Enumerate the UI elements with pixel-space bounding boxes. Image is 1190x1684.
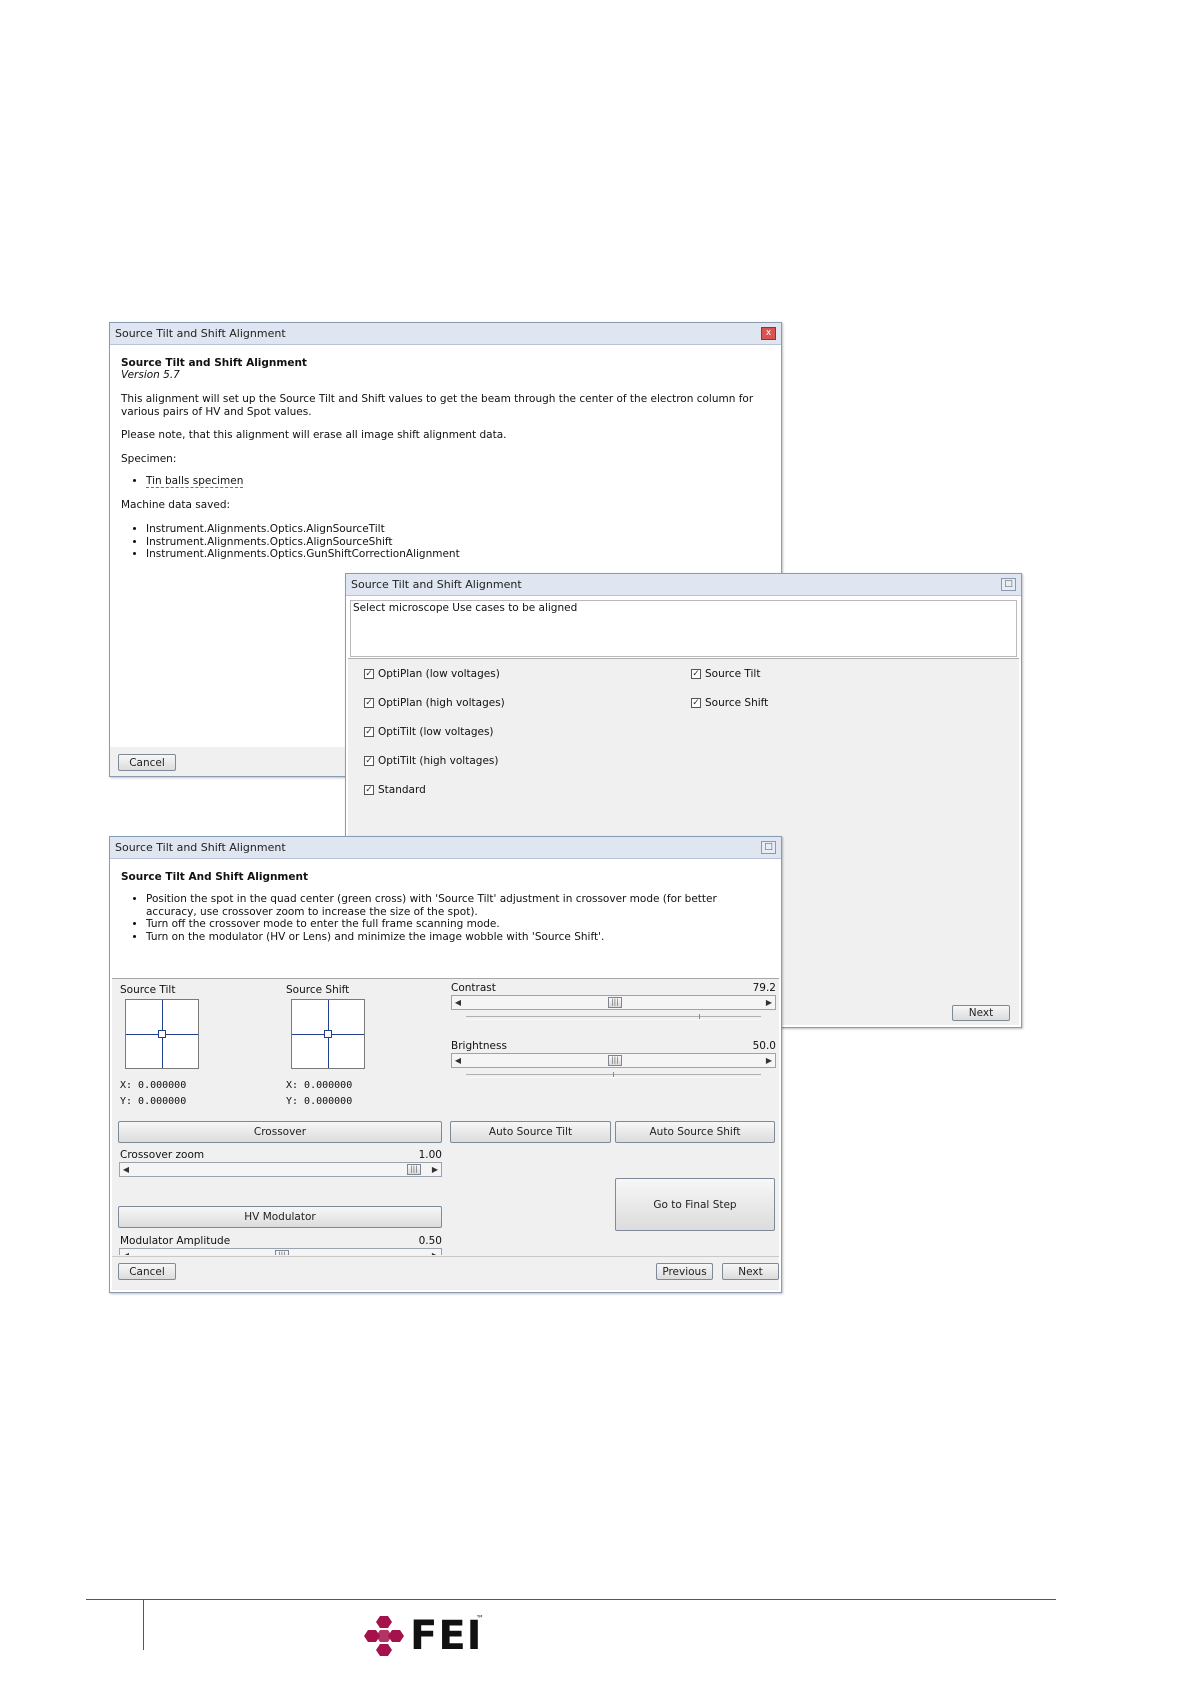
source-shift-y: Y: 0.000000 <box>286 1096 353 1107</box>
arrow-left-icon[interactable]: ◀ <box>120 1163 132 1176</box>
footer-rule <box>86 1599 1056 1600</box>
source-shift-label: Source Shift <box>286 984 350 996</box>
list-item: Instrument.Alignments.Optics.AlignSource… <box>146 523 460 536</box>
source-tilt-x: X: 0.000000 <box>120 1080 187 1091</box>
arrow-left-icon[interactable]: ◀ <box>452 1054 464 1067</box>
cancel-button[interactable]: Cancel <box>118 754 176 771</box>
checkbox-check-icon[interactable]: ✓ <box>364 756 374 766</box>
footer-vertical-rule <box>143 1600 144 1650</box>
arrow-right-icon[interactable]: ▶ <box>429 1249 441 1255</box>
crosshair-icon[interactable] <box>324 1030 332 1038</box>
checkbox-check-icon[interactable]: ✓ <box>364 785 374 795</box>
specimen-list: Tin balls specimen <box>110 475 244 488</box>
brightness-slider[interactable]: ◀ ||| ▶ <box>451 1053 776 1068</box>
alignment-window: Source Tilt and Shift Alignment □ Source… <box>109 836 782 1293</box>
fei-logo-icon <box>364 1616 404 1656</box>
list-item: Turn on the modulator (HV or Lens) and m… <box>146 931 760 944</box>
auto-source-shift-button[interactable]: Auto Source Shift <box>615 1121 775 1143</box>
fei-trademark: ™ <box>476 1614 484 1623</box>
use-cases-window-titlebar[interactable]: Source Tilt and Shift Alignment □ <box>346 574 1021 596</box>
crossover-button[interactable]: Crossover <box>118 1121 442 1143</box>
source-shift-x: X: 0.000000 <box>286 1080 353 1091</box>
brightness-track <box>466 1072 761 1078</box>
contrast-label: Contrast <box>451 982 496 994</box>
crossover-zoom-value: 1.00 <box>418 1149 442 1161</box>
modulator-amplitude-slider[interactable]: ◀ ||| ▶ <box>119 1248 442 1255</box>
intro-description: This alignment will set up the Source Ti… <box>121 393 754 418</box>
alignment-footer-bar <box>112 1256 779 1257</box>
hv-modulator-button[interactable]: HV Modulator <box>118 1206 442 1228</box>
alignment-heading: Source Tilt And Shift Alignment <box>121 871 308 883</box>
alignment-steps: Position the spot in the quad center (gr… <box>110 893 760 943</box>
checkbox-check-icon[interactable]: ✓ <box>691 698 701 708</box>
source-tilt-label: Source Tilt <box>120 984 176 996</box>
checkbox-source-shift[interactable]: ✓ Source Shift <box>691 697 768 709</box>
checkbox-optitilt-high[interactable]: ✓ OptiTilt (high voltages) <box>364 755 498 767</box>
contrast-value: 79.2 <box>752 982 776 994</box>
list-item: Instrument.Alignments.Optics.GunShiftCor… <box>146 548 460 561</box>
alignment-window-title: Source Tilt and Shift Alignment <box>115 841 286 854</box>
modulator-amplitude-label: Modulator Amplitude <box>120 1235 231 1247</box>
list-item: Turn off the crossover mode to enter the… <box>146 918 760 931</box>
close-icon[interactable]: x <box>761 327 776 340</box>
brightness-value: 50.0 <box>752 1040 776 1052</box>
crosshair-icon[interactable] <box>158 1030 166 1038</box>
maximize-icon[interactable]: □ <box>761 841 776 854</box>
use-cases-window-title: Source Tilt and Shift Alignment <box>351 578 522 591</box>
list-item: Position the spot in the quad center (gr… <box>146 893 760 918</box>
arrow-right-icon[interactable]: ▶ <box>763 1054 775 1067</box>
contrast-slider[interactable]: ◀ ||| ▶ <box>451 995 776 1010</box>
slider-thumb[interactable]: ||| <box>608 997 622 1008</box>
checkbox-check-icon[interactable]: ✓ <box>364 727 374 737</box>
source-shift-quad[interactable] <box>291 999 365 1069</box>
machine-data-list: Instrument.Alignments.Optics.AlignSource… <box>110 523 460 561</box>
brightness-label: Brightness <box>451 1040 507 1052</box>
previous-button[interactable]: Previous <box>656 1263 713 1280</box>
intro-heading: Source Tilt and Shift Alignment <box>121 357 307 369</box>
arrow-right-icon[interactable]: ▶ <box>763 996 775 1009</box>
slider-thumb[interactable]: ||| <box>608 1055 622 1066</box>
slider-thumb[interactable]: ||| <box>407 1164 421 1175</box>
checkbox-check-icon[interactable]: ✓ <box>364 698 374 708</box>
instruction-box: Select microscope Use cases to be aligne… <box>350 600 1017 657</box>
fei-logo-text: FEI <box>410 1613 483 1659</box>
intro-window-titlebar[interactable]: Source Tilt and Shift Alignment x <box>110 323 781 345</box>
checkbox-standard[interactable]: ✓ Standard <box>364 784 426 796</box>
checkbox-optiplan-low[interactable]: ✓ OptiPlan (low voltages) <box>364 668 500 680</box>
slider-thumb[interactable]: ||| <box>275 1250 289 1255</box>
arrow-left-icon[interactable]: ◀ <box>452 996 464 1009</box>
checkbox-optitilt-low[interactable]: ✓ OptiTilt (low voltages) <box>364 726 494 738</box>
crossover-zoom-slider[interactable]: ◀ ||| ▶ <box>119 1162 442 1177</box>
instruction-text: Select microscope Use cases to be aligne… <box>353 602 578 614</box>
checkbox-check-icon[interactable]: ✓ <box>691 669 701 679</box>
auto-source-tilt-button[interactable]: Auto Source Tilt <box>450 1121 611 1143</box>
next-button[interactable]: Next <box>722 1263 779 1280</box>
arrow-left-icon[interactable]: ◀ <box>120 1249 132 1255</box>
go-to-final-step-button[interactable]: Go to Final Step <box>615 1178 775 1231</box>
modulator-amplitude-value: 0.50 <box>418 1235 442 1247</box>
intro-window-title: Source Tilt and Shift Alignment <box>115 327 286 340</box>
fei-logo: FEI ™ <box>364 1614 484 1658</box>
next-button[interactable]: Next <box>952 1005 1010 1021</box>
list-item: Tin balls specimen <box>146 475 244 488</box>
contrast-track <box>466 1014 761 1020</box>
alignment-window-titlebar[interactable]: Source Tilt and Shift Alignment □ <box>110 837 781 859</box>
specimen-label: Specimen: <box>121 453 177 465</box>
checkbox-check-icon[interactable]: ✓ <box>364 669 374 679</box>
checkbox-optiplan-high[interactable]: ✓ OptiPlan (high voltages) <box>364 697 505 709</box>
maximize-icon[interactable]: □ <box>1001 578 1016 591</box>
intro-version: Version 5.7 <box>121 369 180 381</box>
list-item: Instrument.Alignments.Optics.AlignSource… <box>146 536 460 549</box>
cancel-button[interactable]: Cancel <box>118 1263 176 1280</box>
intro-note: Please note, that this alignment will er… <box>121 429 507 441</box>
crossover-zoom-label: Crossover zoom <box>120 1149 205 1161</box>
source-tilt-quad[interactable] <box>125 999 199 1069</box>
source-tilt-y: Y: 0.000000 <box>120 1096 187 1107</box>
arrow-right-icon[interactable]: ▶ <box>429 1163 441 1176</box>
machine-data-label: Machine data saved: <box>121 499 231 511</box>
checkbox-source-tilt[interactable]: ✓ Source Tilt <box>691 668 760 680</box>
modulator-amplitude-slider-clip: ◀ ||| ▶ <box>119 1248 442 1255</box>
